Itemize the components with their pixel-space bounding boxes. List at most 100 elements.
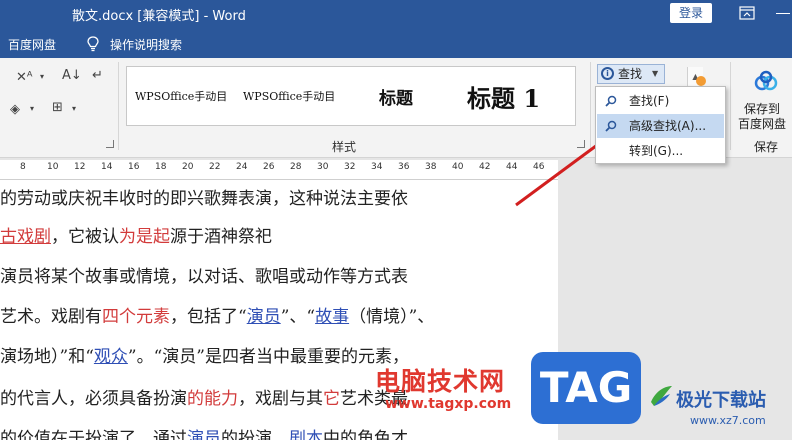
styles-group-label: 样式 xyxy=(332,140,357,154)
dropdown-arrow-icon[interactable]: ▾ xyxy=(30,104,34,113)
doc-text: ，包括了“ xyxy=(170,307,247,327)
doc-text: ”、“ xyxy=(280,307,316,327)
ribbon-display-options-icon[interactable] xyxy=(738,5,756,21)
dropdown-arrow-icon[interactable]: ▾ xyxy=(72,104,76,113)
baidu-cloud-icon[interactable] xyxy=(754,70,778,92)
ruler-edge xyxy=(0,158,558,160)
borders-icon[interactable]: ⊞ xyxy=(52,100,63,115)
doc-line: 艺术。戏剧有四个元素，包括了“演员”、“故事（情境）”、 xyxy=(0,302,434,327)
styles-dialog-launcher-icon[interactable] xyxy=(577,140,585,148)
search-icon xyxy=(605,120,617,132)
doc-text-blue: 剧本 xyxy=(289,429,323,440)
character-spacing-icon[interactable]: ✕ᴬ xyxy=(16,70,33,85)
menu-item-find[interactable]: 查找(F) xyxy=(597,89,724,113)
window-title: 散文.docx [兼容模式] - Word xyxy=(72,9,246,24)
doc-text-red: 古戏剧 xyxy=(0,227,51,247)
doc-text-red: 它 xyxy=(323,389,340,409)
doc-text: 中的角色才 xyxy=(323,429,408,440)
find-button[interactable]: i 查找 ▼ xyxy=(597,64,665,84)
doc-line: 演场地）”和“观众”。“演员”是四者当中最重要的元素， xyxy=(0,342,409,367)
title-bar: 散文.docx [兼容模式] - Word 登录 xyxy=(0,0,792,28)
doc-text: ”。“演员”是四者当中最重要的元素， xyxy=(127,347,409,367)
shading-icon[interactable]: ◈ xyxy=(10,102,20,117)
ruler-number: 28 xyxy=(290,162,302,172)
search-icon xyxy=(605,95,617,107)
dropdown-arrow-icon[interactable]: ▾ xyxy=(40,72,44,81)
doc-text: 的代言人，必须具备扮演 xyxy=(0,389,187,409)
style-wps-toc-1[interactable]: WPSOffice手动目 xyxy=(135,67,227,125)
doc-text-blue: 演员 xyxy=(246,307,281,327)
doc-text: ，戏剧与其 xyxy=(238,389,323,409)
doc-line: 古戏剧，它被认为是起源于酒神祭祀 xyxy=(0,222,272,247)
ruler-number: 22 xyxy=(209,162,221,172)
ruler-number: 12 xyxy=(74,162,86,172)
lightbulb-icon xyxy=(87,36,99,52)
group-divider xyxy=(590,62,591,150)
ruler-number: 34 xyxy=(371,162,383,172)
chevron-down-icon: ▼ xyxy=(652,69,659,78)
doc-text-blue: 观众 xyxy=(93,347,128,367)
menu-item-advanced-find-label: 高级查找(A)... xyxy=(629,119,707,133)
find-icon: i xyxy=(601,67,614,80)
doc-text: 演场地）”和“ xyxy=(0,347,94,367)
doc-text: ，它被认 xyxy=(51,227,119,247)
doc-line: 的价值在于扮演了。通过演员的扮演，剧本中的角色才 xyxy=(0,424,408,440)
aurora-logo-icon xyxy=(651,386,672,406)
ruler-number: 8 xyxy=(20,162,26,172)
style-title[interactable]: 标题 xyxy=(379,67,413,125)
ruler-number: 32 xyxy=(344,162,356,172)
watermark-site-url: www.tagxp.com xyxy=(385,396,512,412)
doc-text-red: 的能力 xyxy=(187,389,238,409)
paragraph-dialog-launcher-icon[interactable] xyxy=(106,140,114,148)
doc-text-blue: 故事 xyxy=(315,307,350,327)
ruler-number: 46 xyxy=(533,162,545,172)
menu-item-find-label: 查找(F) xyxy=(629,94,670,108)
group-divider xyxy=(730,62,731,150)
save-group-label: 保存 xyxy=(754,140,779,154)
style-heading-1[interactable]: 标题 1 xyxy=(467,67,540,125)
watermark-jg-url: www.xz7.com xyxy=(690,414,766,427)
save-to-baidu-line2[interactable]: 百度网盘 xyxy=(738,115,786,132)
doc-text: 演员将某个故事或情境，以对话、歌唱或动作等方式表 xyxy=(0,267,408,287)
ruler-number: 30 xyxy=(317,162,329,172)
watermark-jg-name: 极光下载站 xyxy=(676,390,766,411)
doc-text: 艺术。戏剧有 xyxy=(0,307,102,327)
menu-item-goto-label: 转到(G)... xyxy=(629,144,684,158)
tab-baidu-pan[interactable]: 百度网盘 xyxy=(8,36,56,53)
doc-text: 的劳动或庆祝丰收时的即兴歌舞表演，这种说法主要依 xyxy=(0,189,408,209)
ruler-number: 10 xyxy=(47,162,59,172)
ruler-number: 24 xyxy=(236,162,248,172)
ruler-number: 16 xyxy=(128,162,140,172)
watermark-site-name: 电脑技术网 xyxy=(375,367,506,396)
ruler-number: 40 xyxy=(452,162,464,172)
doc-text: （情境）”、 xyxy=(349,307,435,327)
login-button[interactable]: 登录 xyxy=(670,3,712,23)
doc-text: 的扮演， xyxy=(221,429,289,440)
show-marks-icon[interactable]: ↵ xyxy=(92,68,103,83)
minimize-icon[interactable] xyxy=(776,13,790,14)
menu-item-advanced-find[interactable]: 高级查找(A)... xyxy=(597,114,724,138)
tag-logo: TAG xyxy=(531,352,641,424)
doc-text: 源于酒神祭祀 xyxy=(170,227,272,247)
ruler-number: 20 xyxy=(182,162,194,172)
ruler-number: 18 xyxy=(155,162,167,172)
ruler-number: 14 xyxy=(101,162,113,172)
ribbon-tabs: 百度网盘 操作说明搜索 xyxy=(0,28,792,58)
doc-line: 的代言人，必须具备扮演的能力，戏剧与其它艺术类最 xyxy=(0,384,408,409)
sort-icon[interactable]: A↓ xyxy=(62,68,82,83)
menu-item-goto[interactable]: 转到(G)... xyxy=(597,139,724,163)
doc-text: 的价值在于扮演了。通过 xyxy=(0,429,187,440)
horizontal-ruler[interactable]: 8 10 12 14 16 18 20 22 24 26 28 30 32 34… xyxy=(0,158,558,180)
tell-me-search[interactable]: 操作说明搜索 xyxy=(110,36,182,53)
ruler-number: 38 xyxy=(425,162,437,172)
doc-line: 的劳动或庆祝丰收时的即兴歌舞表演，这种说法主要依 xyxy=(0,184,408,209)
add-in-icon[interactable] xyxy=(696,76,706,86)
ruler-number: 42 xyxy=(479,162,491,172)
doc-text-blue: 演员 xyxy=(187,429,221,440)
styles-gallery: WPSOffice手动目 WPSOffice手动目 标题 标题 1 ▲ ▼ ▾ xyxy=(126,66,703,127)
doc-text-red: 四个元素 xyxy=(102,307,170,327)
style-wps-toc-2[interactable]: WPSOffice手动目 xyxy=(243,67,335,125)
find-button-label: 查找 xyxy=(618,67,643,81)
find-dropdown-menu: 查找(F) 高级查找(A)... 转到(G)... xyxy=(595,86,726,164)
doc-line: 演员将某个故事或情境，以对话、歌唱或动作等方式表 xyxy=(0,262,408,287)
